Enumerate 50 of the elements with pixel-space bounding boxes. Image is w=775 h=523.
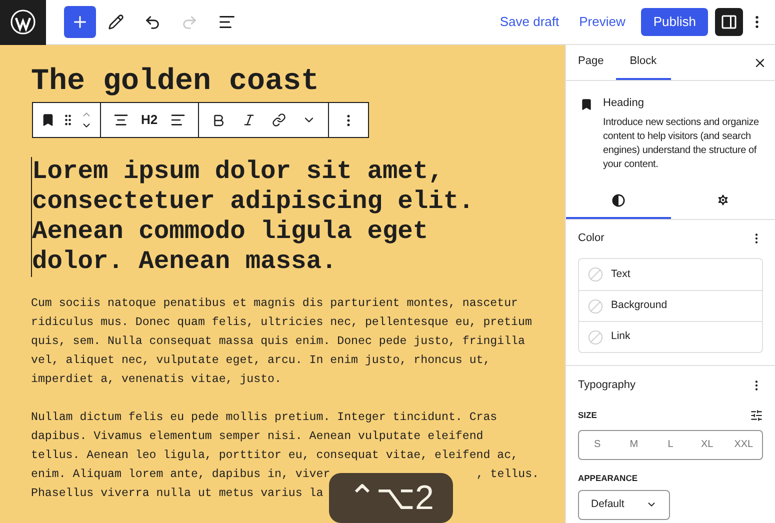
save-draft-button[interactable]: Save draft	[492, 4, 568, 40]
post-title[interactable]: The golden coast	[31, 65, 320, 99]
no-color-icon	[588, 267, 603, 282]
section-title: Typography	[578, 378, 636, 394]
color-option[interactable]: Background	[579, 290, 762, 322]
gear-icon	[716, 193, 730, 208]
color-option[interactable]: Link	[579, 321, 762, 352]
wordpress-logo-icon[interactable]	[0, 0, 46, 44]
no-color-icon	[588, 298, 603, 314]
size-option[interactable]: XXL	[725, 430, 762, 459]
size-option[interactable]: S	[579, 430, 616, 459]
italic-icon[interactable]	[242, 113, 256, 127]
sidebar-tab[interactable]: Block	[616, 45, 671, 80]
text-align-icon[interactable]	[170, 112, 186, 128]
bookmark-icon	[580, 98, 593, 111]
preview-button[interactable]: Preview	[571, 4, 634, 40]
appearance-label: APPEARANCE	[578, 472, 639, 484]
no-color-icon	[588, 330, 603, 345]
paragraph-line[interactable]: dapibus. Vivamus elementum semper nisi. Aenean vulputate eleifend	[31, 427, 484, 446]
keyboard-shortcut-overlay: ⌃⌥2	[329, 473, 453, 523]
size-option[interactable]: XL	[688, 430, 726, 459]
block-description: Introduce new sections and organize content to help visitors (and search engines) understand the structure of your content.	[603, 116, 760, 172]
heading-level-button[interactable]: H2	[141, 110, 158, 130]
paragraph[interactable]: Cum sociis natoque penatibus et magnis dis parturient montes, nascetur ridiculus mus. Donec quam felis, ultricies nec, pellentesque eu, pretium quis, sem. Nulla consequat massa quis enim. Donec pede justo, fringilla vel, aliquet nec, vulputate eget, arcu. In enim justo, rhoncus ut, imperdiet a, venenatis vitae, justo.	[31, 294, 539, 389]
size-option[interactable]: L	[652, 430, 689, 459]
plus-icon	[71, 13, 89, 31]
paragraph-line[interactable]: Nullam dictum felis eu pede mollis pretium. Integer tincidunt. Cras	[31, 408, 498, 427]
paragraph-line[interactable]: tellus. Aenean leo ligula, porttitor eu, consequat vitae, eleifend ac,	[31, 446, 518, 465]
link-icon[interactable]	[272, 113, 286, 127]
paragraph-line[interactable]: , tellus.	[476, 465, 539, 484]
section-title: Color	[578, 230, 604, 246]
color-option[interactable]: Text	[579, 259, 762, 290]
publish-button[interactable]: Publish	[641, 8, 708, 36]
undo-icon[interactable]	[144, 14, 161, 30]
appearance-select[interactable]: Default	[578, 490, 670, 520]
size-label: SIZE	[578, 408, 597, 422]
settings-toggle-icon[interactable]	[715, 8, 743, 36]
list-view-icon[interactable]	[218, 13, 236, 31]
contrast-icon	[612, 194, 625, 207]
size-option[interactable]: M	[616, 430, 652, 459]
add-block-button[interactable]	[64, 6, 96, 38]
heading-block[interactable]: Lorem ipsum dolor sit amet, consectetuer adipiscing elit. Aenean commodo ligula eget dolor. Aenean massa.	[31, 157, 481, 277]
paragraph-line[interactable]: Phasellus viverra nulla ut metus varius la	[31, 484, 324, 503]
block-title: Heading	[603, 97, 645, 111]
sidebar-tab[interactable]: Page	[570, 45, 612, 80]
pencil-icon[interactable]	[108, 14, 124, 30]
align-icon[interactable]	[113, 112, 129, 128]
bookmark-icon[interactable]	[41, 113, 55, 127]
paragraph-line[interactable]: enim. Aliquam lorem ante, dapibus in, viver	[31, 465, 330, 484]
sliders-icon[interactable]	[750, 408, 763, 422]
